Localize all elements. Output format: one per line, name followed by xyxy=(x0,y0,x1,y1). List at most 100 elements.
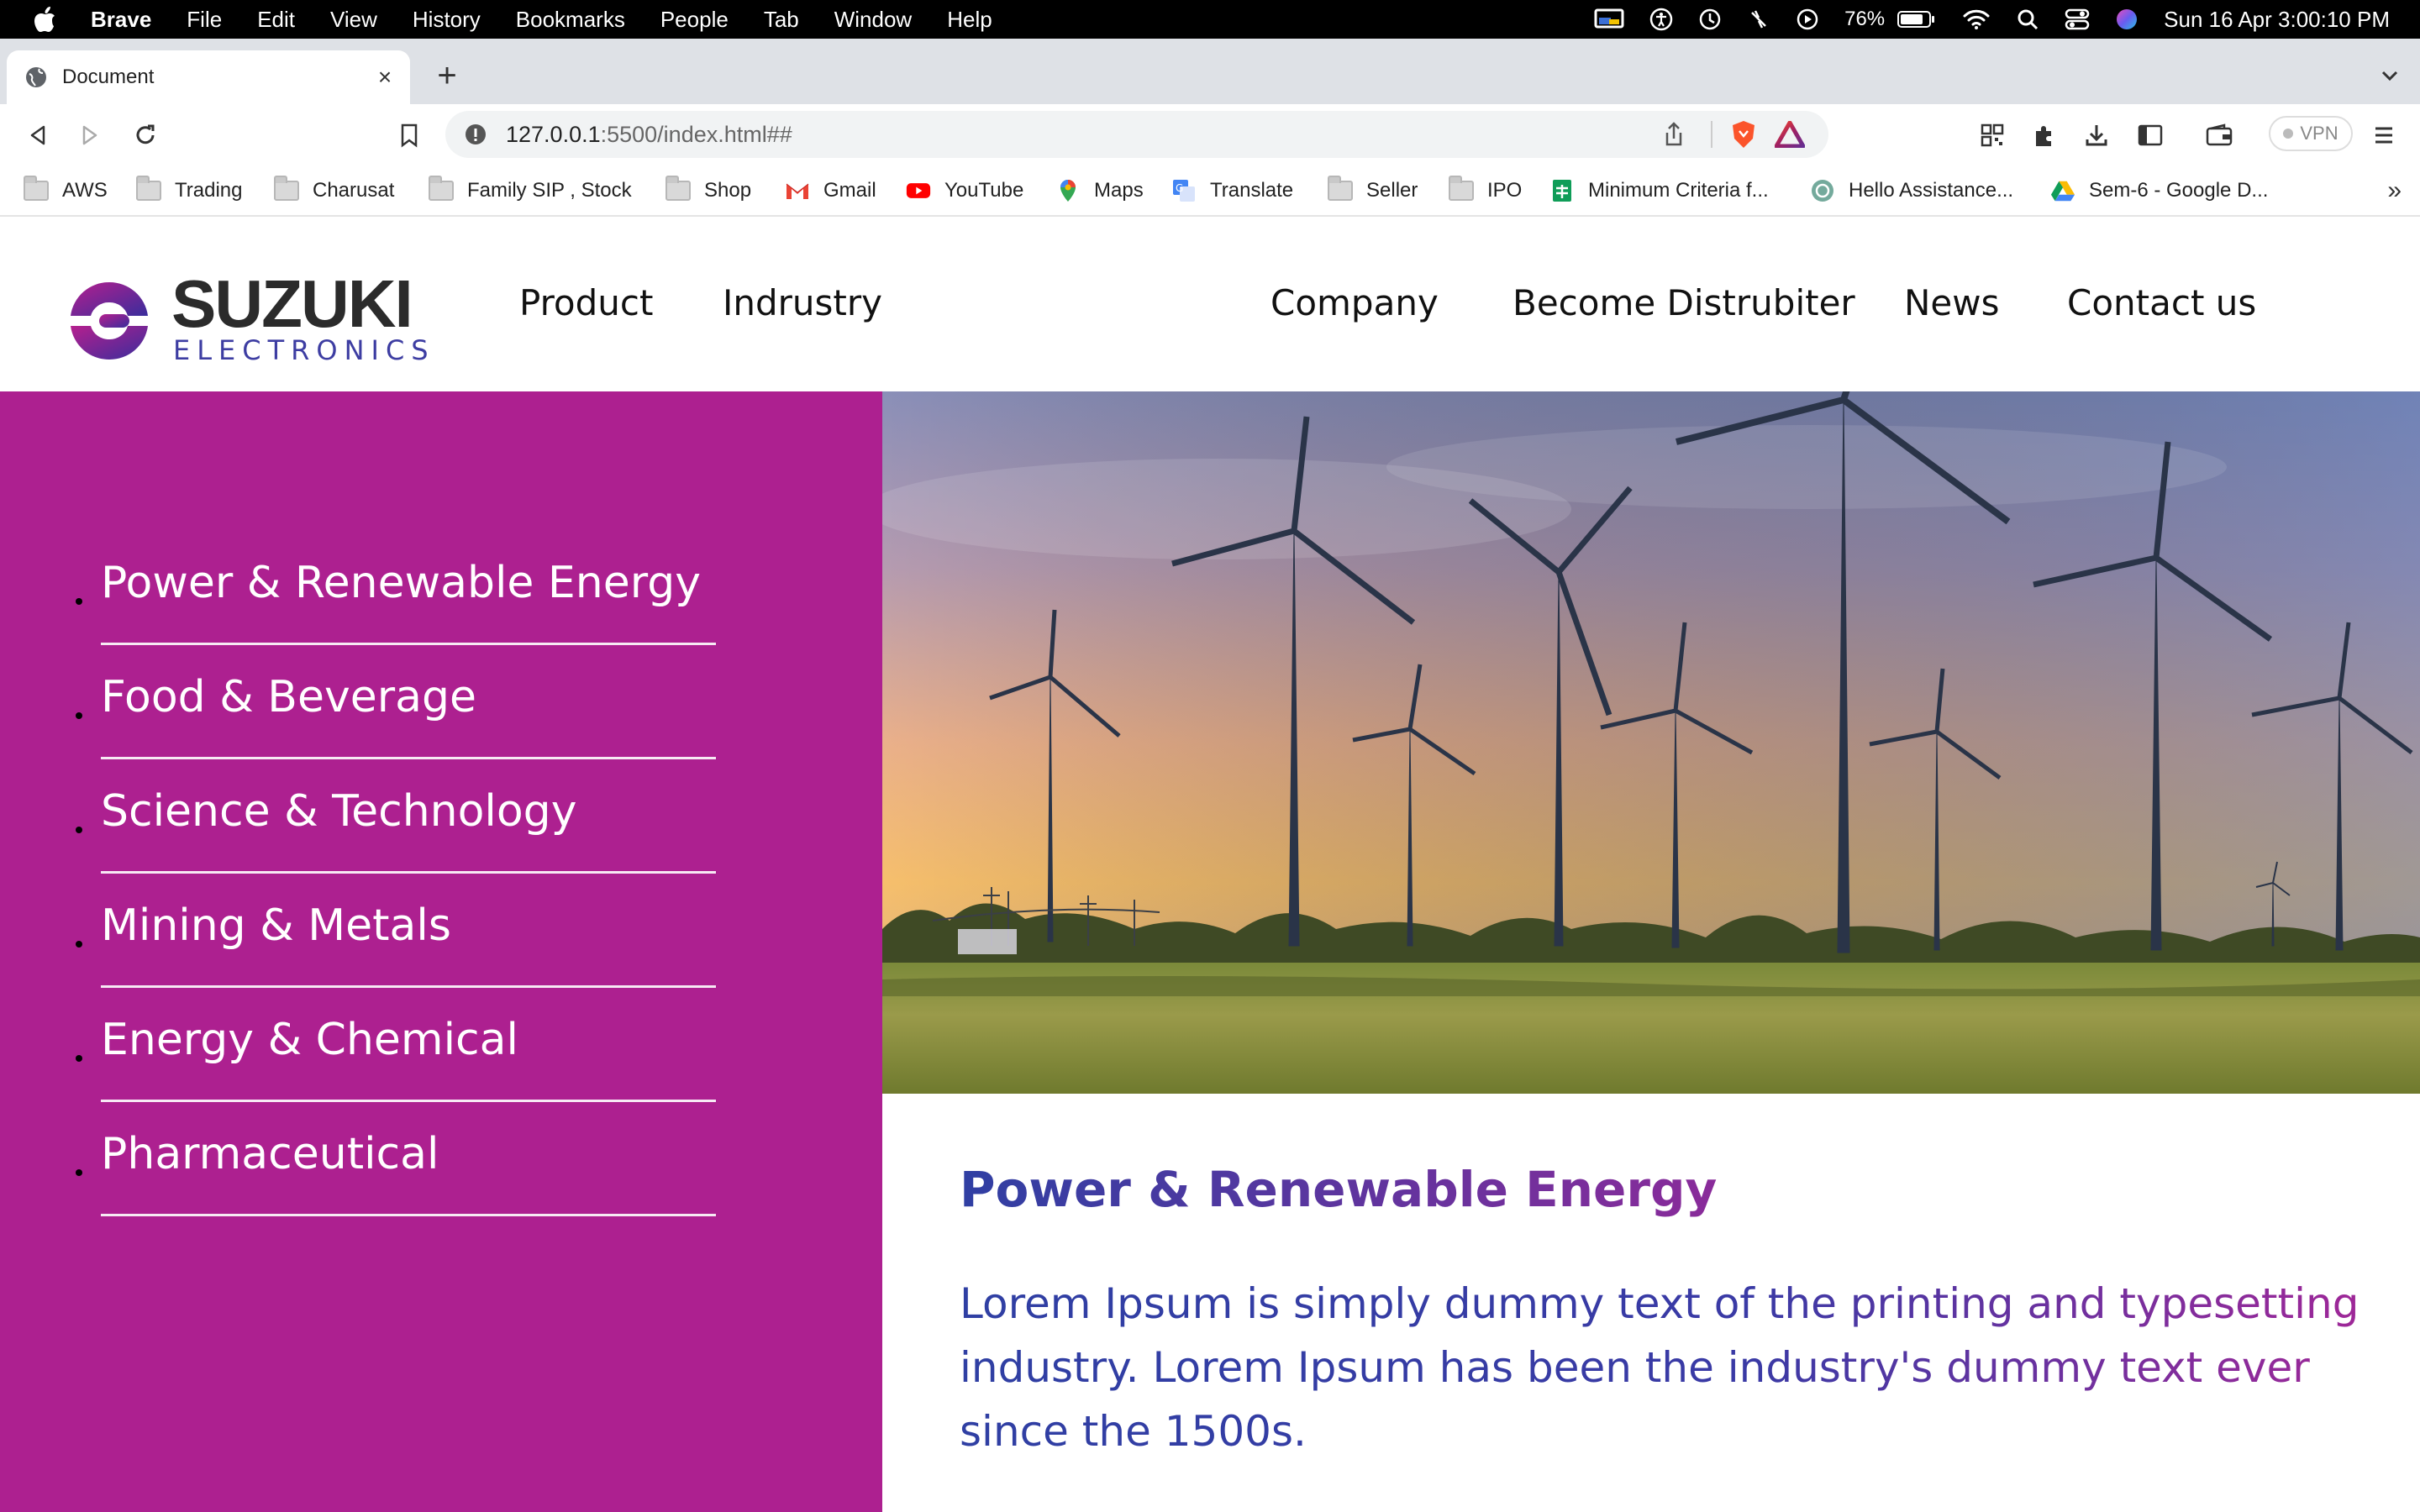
menubar-clock[interactable]: Sun 16 Apr 3:00:10 PM xyxy=(2164,7,2390,33)
logo-wordmark: SUZUKI xyxy=(171,266,413,341)
sidebar-item-energy-chemical[interactable]: Energy & Chemical xyxy=(76,988,716,1102)
site-logo[interactable]: SUZUKI ELECTRONICS xyxy=(66,266,429,366)
bookmark-label: Family SIP , Stock xyxy=(467,179,632,202)
display-icon[interactable] xyxy=(1594,8,1624,31)
address-bar[interactable]: 127.0.0.1:5500/index.html## xyxy=(445,111,1828,158)
vpn-button[interactable]: VPN xyxy=(2269,116,2353,151)
bookmark-label: IPO xyxy=(1487,179,1523,202)
chevron-down-icon[interactable] xyxy=(2378,64,2402,87)
bookmark-charusat[interactable]: Charusat xyxy=(274,176,395,203)
menu-window[interactable]: Window xyxy=(834,7,912,33)
browser-tab[interactable]: Document × xyxy=(7,50,410,104)
sidebar-item-food-beverage[interactable]: Food & Beverage xyxy=(76,645,716,759)
wallet-icon[interactable] xyxy=(2205,121,2233,150)
back-icon[interactable] xyxy=(24,121,52,150)
vpn-label: VPN xyxy=(2300,123,2338,144)
menu-file[interactable]: File xyxy=(187,7,222,33)
spotlight-search-icon[interactable] xyxy=(2016,8,2039,31)
menu-people[interactable]: People xyxy=(660,7,729,33)
folder-icon xyxy=(24,176,49,202)
menu-app-name[interactable]: Brave xyxy=(91,7,151,33)
bookmark-sem6-drive[interactable]: Sem-6 - Google D... xyxy=(2050,178,2268,203)
macos-menu-bar: Brave File Edit View History Bookmarks P… xyxy=(0,0,2420,39)
menu-history[interactable]: History xyxy=(413,7,481,33)
mute-icon[interactable] xyxy=(1747,8,1770,31)
bookmark-translate[interactable]: G Translate xyxy=(1171,178,1293,203)
industry-sidebar: Power & Renewable Energy Food & Beverage… xyxy=(0,391,882,1512)
menu-bookmarks[interactable]: Bookmarks xyxy=(516,7,625,33)
bookmark-label: YouTube xyxy=(944,179,1024,202)
nav-industry[interactable]: Indrustry xyxy=(723,282,882,323)
sidebar-item-mining-metals[interactable]: Mining & Metals xyxy=(76,874,716,988)
bookmark-minimum-criteria[interactable]: Minimum Criteria f... xyxy=(1549,178,1769,203)
nav-company[interactable]: Company xyxy=(1270,282,1439,323)
download-icon[interactable] xyxy=(2082,121,2111,150)
menu-tab[interactable]: Tab xyxy=(764,7,799,33)
bookmark-trading[interactable]: Trading xyxy=(136,176,242,203)
new-tab-button[interactable]: + xyxy=(430,59,464,92)
sidebar-item-power-renewable[interactable]: Power & Renewable Energy xyxy=(76,531,716,645)
battery-icon[interactable] xyxy=(1897,9,1937,29)
bookmark-label: Charusat xyxy=(313,179,395,202)
site-info-icon[interactable] xyxy=(464,123,487,146)
sidebar-toggle-icon[interactable] xyxy=(2136,121,2165,150)
extensions-icon[interactable] xyxy=(2030,121,2059,150)
play-icon[interactable] xyxy=(1796,8,1819,31)
hamburger-menu-icon[interactable] xyxy=(2370,121,2398,150)
siri-icon[interactable] xyxy=(2115,8,2139,31)
forward-icon[interactable] xyxy=(76,121,104,150)
bookmark-gmail[interactable]: Gmail xyxy=(785,178,876,203)
sidebar-item-science-technology[interactable]: Science & Technology xyxy=(76,759,716,874)
accessibility-icon[interactable] xyxy=(1649,8,1673,31)
bookmark-aws[interactable]: AWS xyxy=(24,176,108,203)
bullet-icon xyxy=(76,712,82,719)
url-path: :5500/index.html## xyxy=(600,121,792,147)
menu-edit[interactable]: Edit xyxy=(257,7,295,33)
bookmark-label: Gmail xyxy=(823,179,876,202)
chevron-double-right-icon[interactable]: » xyxy=(2387,176,2402,205)
translate-icon: G xyxy=(1171,180,1197,202)
menu-help[interactable]: Help xyxy=(947,7,992,33)
site-header: SUZUKI ELECTRONICS Product Indrustry Com… xyxy=(0,218,2420,391)
sidebar-item-label: Energy & Chemical xyxy=(101,1015,518,1065)
sidebar-item-label: Mining & Metals xyxy=(101,900,451,951)
url-divider xyxy=(1711,121,1712,148)
nav-contact-us[interactable]: Contact us xyxy=(2067,282,2256,323)
bookmark-family-sip[interactable]: Family SIP , Stock xyxy=(429,176,632,203)
bookmark-hello-assistance[interactable]: Hello Assistance... xyxy=(1810,178,2013,203)
svg-text:G: G xyxy=(1176,182,1183,194)
close-tab-icon[interactable]: × xyxy=(373,64,397,90)
sidebar-item-label: Pharmaceutical xyxy=(101,1129,439,1179)
nav-become-distributor[interactable]: Become Distrubiter xyxy=(1512,282,1855,323)
logo-mark-icon xyxy=(71,281,148,360)
sidebar-item-label: Science & Technology xyxy=(101,786,577,837)
sidebar-item-pharmaceutical[interactable]: Pharmaceutical xyxy=(76,1102,716,1216)
share-icon[interactable] xyxy=(1662,121,1686,154)
menu-view[interactable]: View xyxy=(330,7,377,33)
nav-product[interactable]: Product xyxy=(519,282,653,323)
bookmark-label: Maps xyxy=(1094,179,1144,202)
sheets-icon xyxy=(1549,180,1575,202)
reload-icon[interactable] xyxy=(131,121,160,150)
brave-rewards-icon[interactable] xyxy=(1774,120,1806,154)
bookmark-icon[interactable] xyxy=(395,121,424,150)
folder-icon xyxy=(1449,176,1474,202)
bookmark-label: Minimum Criteria f... xyxy=(1588,179,1769,202)
bullet-icon xyxy=(76,827,82,833)
control-center-icon[interactable] xyxy=(2065,8,2090,31)
bookmark-shop[interactable]: Shop xyxy=(666,176,751,203)
content-title: Power & Renewable Energy xyxy=(960,1161,1718,1218)
time-machine-icon[interactable] xyxy=(1698,8,1722,31)
wifi-icon[interactable] xyxy=(1962,8,1991,30)
nav-news[interactable]: News xyxy=(1904,282,2000,323)
apple-icon[interactable] xyxy=(32,7,62,32)
bookmark-ipo[interactable]: IPO xyxy=(1449,176,1523,203)
brave-shields-icon[interactable] xyxy=(1729,119,1758,155)
bookmark-maps[interactable]: Maps xyxy=(1055,178,1144,203)
chatgpt-icon xyxy=(1810,180,1835,202)
bullet-icon xyxy=(76,941,82,948)
bookmark-youtube[interactable]: YouTube xyxy=(906,178,1023,203)
bookmark-seller[interactable]: Seller xyxy=(1328,176,1418,203)
bullet-icon xyxy=(76,1055,82,1062)
qr-code-icon[interactable] xyxy=(1978,121,2007,150)
